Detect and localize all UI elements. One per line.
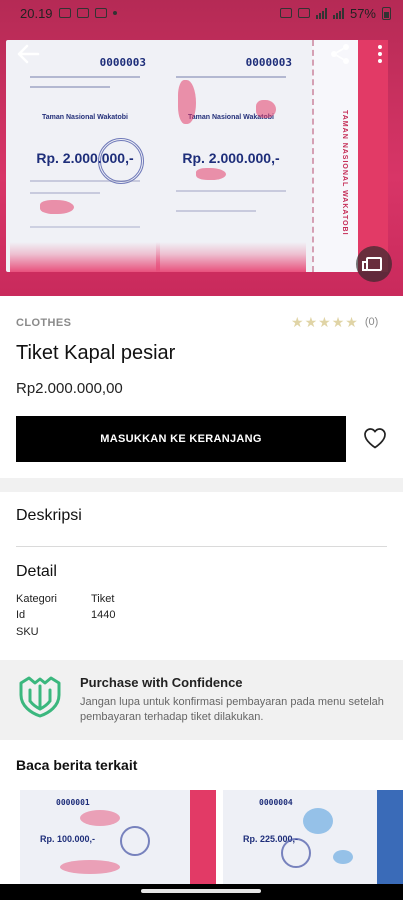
status-right: 57% bbox=[279, 5, 391, 21]
ticket-line bbox=[176, 76, 286, 78]
ticket-line bbox=[30, 86, 110, 88]
ticket-amount: Rp. 2.000.000,- bbox=[182, 150, 280, 166]
description-heading[interactable]: Deskripsi bbox=[16, 507, 82, 525]
purchase-confidence-box: Purchase with Confidence Jangan lupa unt… bbox=[0, 660, 403, 740]
ticket-side-text: TAMAN NASIONAL WAKATOBI bbox=[341, 110, 348, 236]
ticket-side-panel: TAMAN NASIONAL WAKATOBI bbox=[312, 40, 388, 272]
island-shape bbox=[60, 860, 120, 874]
app-notification-icon bbox=[76, 8, 89, 18]
ticket-side-band bbox=[358, 40, 388, 272]
detail-value-category: Tiket bbox=[91, 593, 115, 605]
more-notifications-icon bbox=[112, 11, 117, 15]
island-shape bbox=[303, 808, 333, 834]
add-to-cart-button[interactable]: MASUKKAN KE KERANJANG bbox=[16, 416, 346, 462]
ticket-image: 0000003 Taman Nasional Wakatobi Rp. 2.00… bbox=[6, 40, 388, 272]
stamp-icon bbox=[98, 138, 144, 184]
island-shape bbox=[40, 200, 74, 214]
section-divider bbox=[0, 478, 403, 492]
star-icon: ★ bbox=[304, 314, 318, 330]
product-rating[interactable]: ★ ★ ★ ★ ★ (0) bbox=[291, 315, 378, 329]
message-notification-icon bbox=[94, 8, 107, 18]
ticket-serial: 0000003 bbox=[99, 56, 146, 69]
share-icon[interactable] bbox=[328, 42, 352, 66]
detail-label-sku: SKU bbox=[16, 626, 39, 638]
star-icon: ★ bbox=[331, 314, 345, 330]
confidence-title: Purchase with Confidence bbox=[80, 675, 243, 690]
more-options-icon[interactable] bbox=[372, 42, 388, 66]
floral-border bbox=[156, 242, 306, 272]
status-bar: 20.19 57% bbox=[0, 0, 403, 26]
stamp-icon bbox=[281, 838, 311, 868]
island-shape bbox=[178, 80, 196, 124]
detail-value-id: 1440 bbox=[91, 609, 116, 621]
star-icon: ★ bbox=[291, 314, 304, 330]
related-heading: Baca berita terkait bbox=[16, 757, 138, 773]
alarm-icon bbox=[279, 8, 292, 18]
ticket-side-band bbox=[190, 790, 216, 890]
ticket-stub-right: 0000003 Taman Nasional Wakatobi Rp. 2.00… bbox=[156, 40, 306, 272]
product-image[interactable]: 0000003 Taman Nasional Wakatobi Rp. 2.00… bbox=[0, 0, 403, 296]
related-item[interactable]: 0000001 Rp. 100.000,- bbox=[20, 790, 216, 890]
wifi-icon bbox=[297, 8, 310, 18]
ticket-side-band bbox=[377, 790, 403, 890]
heart-icon[interactable] bbox=[362, 425, 388, 451]
ticket-line bbox=[176, 190, 286, 192]
island-shape bbox=[256, 100, 276, 118]
related-serial: 0000001 bbox=[56, 798, 90, 807]
star-icon: ★ bbox=[318, 314, 331, 330]
ticket-stub-left: 0000003 Taman Nasional Wakatobi Rp. 2.00… bbox=[10, 40, 160, 272]
status-time: 20.19 bbox=[20, 5, 53, 21]
signal-icon bbox=[315, 7, 327, 19]
status-left: 20.19 bbox=[20, 6, 117, 21]
floral-border bbox=[10, 242, 160, 272]
ticket-line bbox=[176, 210, 256, 212]
related-amount: Rp. 100.000,- bbox=[40, 834, 96, 844]
ticket-line bbox=[30, 76, 140, 78]
battery-percent: 57% bbox=[349, 5, 376, 21]
battery-icon bbox=[382, 6, 391, 20]
detail-heading: Detail bbox=[16, 563, 57, 580]
product-category[interactable]: CLOTHES bbox=[16, 317, 71, 329]
signal-icon-2 bbox=[332, 7, 344, 19]
island-shape bbox=[80, 810, 120, 826]
shield-icon bbox=[18, 674, 62, 718]
home-gesture-handle[interactable] bbox=[141, 889, 261, 893]
ticket-title: Taman Nasional Wakatobi bbox=[42, 114, 128, 121]
island-shape bbox=[333, 850, 353, 864]
product-price: Rp2.000.000,00 bbox=[16, 380, 123, 397]
ticket-serial: 0000003 bbox=[245, 56, 292, 69]
divider-line bbox=[16, 546, 387, 547]
related-item[interactable]: 0000004 Rp. 225.000,- bbox=[223, 790, 403, 890]
gallery-notification-icon bbox=[58, 8, 71, 18]
confidence-text: Jangan lupa untuk konfirmasi pembayaran … bbox=[80, 696, 384, 723]
related-serial: 0000004 bbox=[259, 798, 293, 807]
product-title: Tiket Kapal pesiar bbox=[16, 342, 176, 364]
ticket-line bbox=[30, 192, 100, 194]
island-shape bbox=[196, 168, 226, 180]
back-arrow-icon[interactable] bbox=[14, 40, 42, 68]
gallery-icon[interactable] bbox=[356, 246, 392, 282]
rating-count: (0) bbox=[364, 316, 379, 328]
ticket-line bbox=[30, 226, 140, 228]
detail-label-id: Id bbox=[16, 609, 26, 621]
star-icon: ★ bbox=[345, 314, 358, 330]
detail-label-category: Kategori bbox=[16, 593, 57, 605]
ticket-line bbox=[30, 180, 140, 182]
stamp-icon bbox=[120, 826, 150, 856]
